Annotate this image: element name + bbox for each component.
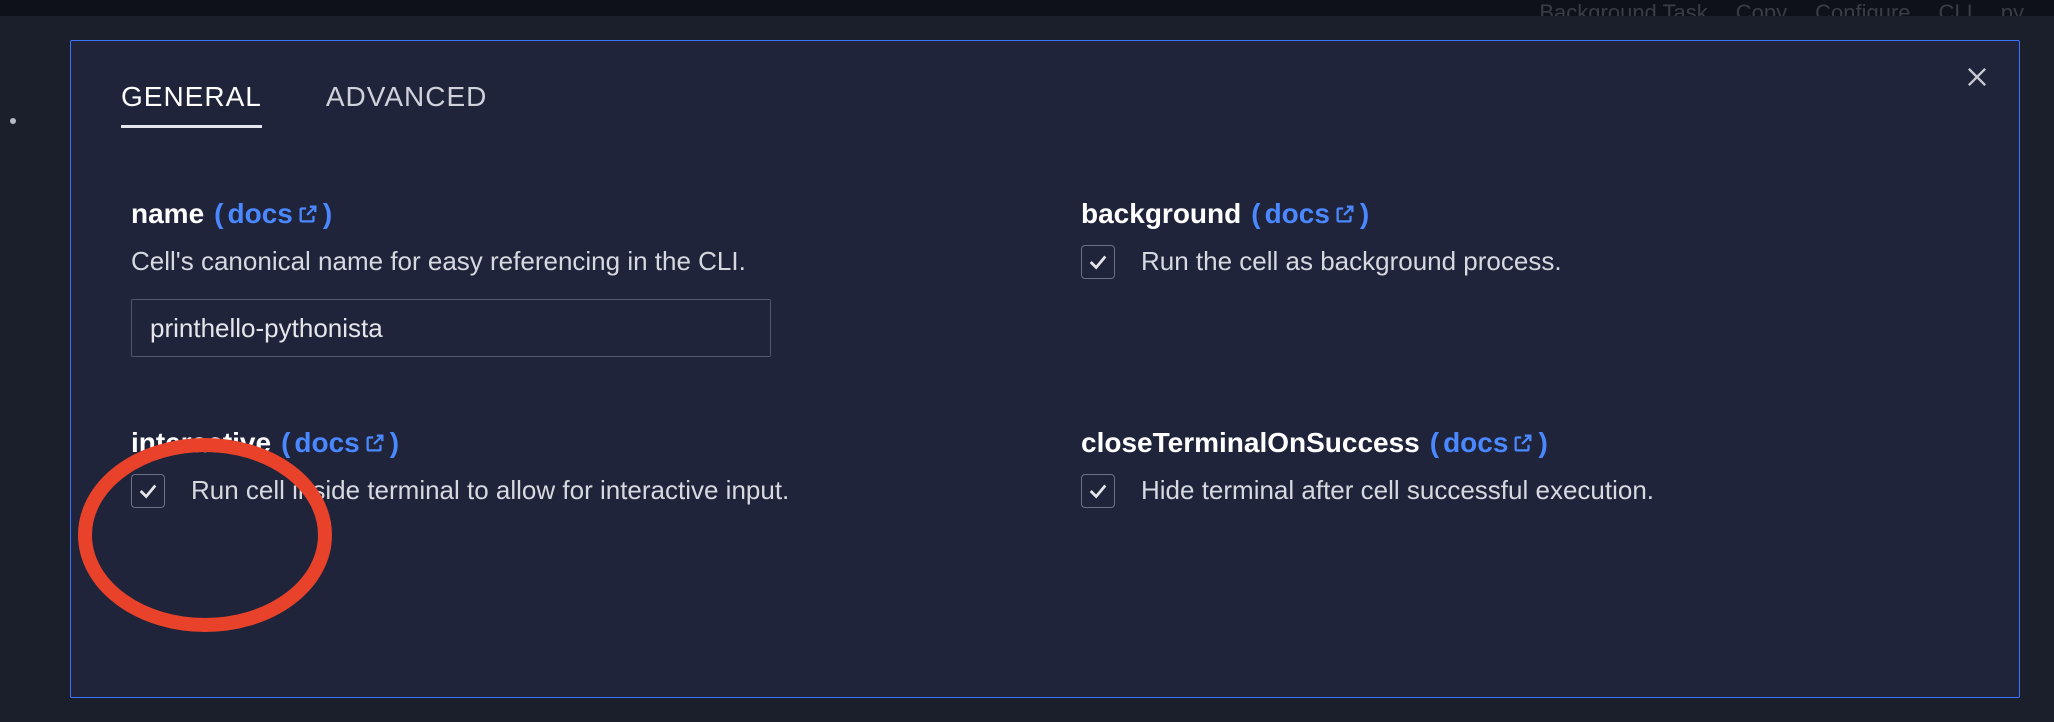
field-desc: Cell's canonical name for easy referenci… [131, 244, 1021, 279]
toolbar-configure[interactable]: Configure [1815, 0, 1910, 16]
field-title: interactive [131, 427, 271, 459]
checkbox-label: Hide terminal after cell successful exec… [1141, 473, 1654, 508]
checkbox-label: Run cell inside terminal to allow for in… [191, 473, 789, 508]
background-checkbox[interactable] [1081, 245, 1115, 279]
configure-panel: GENERAL ADVANCED name (docs ) Cell's can… [70, 40, 2020, 698]
close-button[interactable] [1963, 63, 1991, 91]
toolbar-cli[interactable]: CLI [1939, 0, 1973, 16]
field-title: name [131, 198, 204, 230]
check-icon [1087, 480, 1109, 502]
tab-general[interactable]: GENERAL [121, 81, 262, 128]
field-name: name (docs ) Cell's canonical name for e… [131, 198, 1021, 357]
tab-advanced[interactable]: ADVANCED [326, 81, 488, 128]
toolbar-background-task[interactable]: Background Task [1539, 0, 1707, 16]
cell-toolbar: Background Task Copy Configure CLI py [0, 0, 2054, 16]
external-link-icon [297, 203, 319, 225]
checkbox-label: Run the cell as background process. [1141, 244, 1562, 279]
external-link-icon [364, 432, 386, 454]
field-title: closeTerminalOnSuccess [1081, 427, 1420, 459]
field-close-terminal: closeTerminalOnSuccess (docs ) Hide term… [1081, 427, 1971, 508]
settings-grid: name (docs ) Cell's canonical name for e… [119, 198, 1971, 508]
docs-link-close-terminal[interactable]: (docs ) [1430, 427, 1548, 459]
toolbar-lang[interactable]: py [2001, 0, 2024, 16]
field-background: background (docs ) Run the cell as backg… [1081, 198, 1971, 357]
docs-link-interactive[interactable]: (docs ) [281, 427, 399, 459]
docs-link-background[interactable]: (docs ) [1251, 198, 1369, 230]
indicator-dot [10, 118, 16, 124]
external-link-icon [1512, 432, 1534, 454]
check-icon [1087, 251, 1109, 273]
close-icon [1963, 63, 1991, 91]
field-title: background [1081, 198, 1241, 230]
toolbar-copy[interactable]: Copy [1736, 0, 1787, 16]
check-icon [137, 480, 159, 502]
docs-link-name[interactable]: (docs ) [214, 198, 332, 230]
interactive-checkbox[interactable] [131, 474, 165, 508]
tab-bar: GENERAL ADVANCED [119, 81, 1971, 128]
name-input[interactable] [131, 299, 771, 357]
close-terminal-checkbox[interactable] [1081, 474, 1115, 508]
field-interactive: interactive (docs ) Run cell inside term… [131, 427, 1021, 508]
external-link-icon [1334, 203, 1356, 225]
